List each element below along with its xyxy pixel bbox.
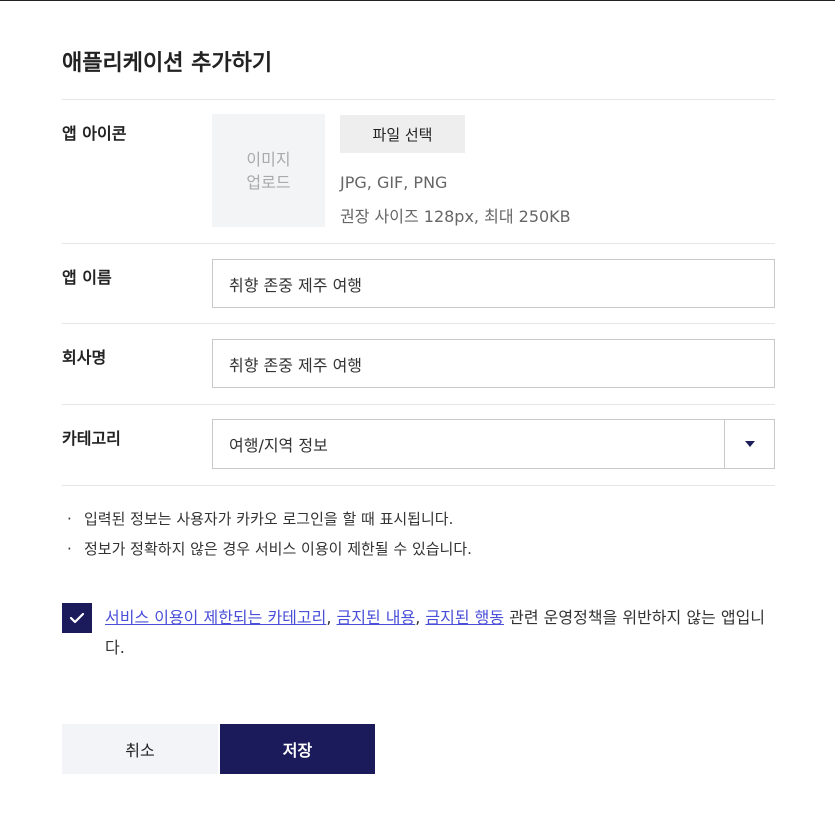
app-name-value: 취향 존중 제주 여행 (229, 275, 363, 295)
choose-file-button[interactable]: 파일 선택 (340, 115, 465, 153)
company-name-input[interactable]: 취향 존중 제주 여행 (212, 339, 775, 388)
policy-agree-text: 서비스 이용이 제한되는 카테고리, 금지된 내용, 금지된 행동 관련 운영정… (105, 603, 775, 663)
notice-list: · 입력된 정보는 사용자가 카카오 로그인을 할 때 표시됩니다. · 정보가… (62, 504, 472, 564)
separator: , (415, 608, 426, 627)
bullet-icon: · (67, 540, 72, 558)
category-select[interactable]: 여행/지역 정보 (212, 419, 775, 469)
app-name-label: 앱 이름 (62, 268, 112, 287)
checkmark-icon (69, 612, 85, 624)
company-name-label: 회사명 (62, 348, 107, 367)
file-size-hint: 권장 사이즈 128px, 최대 250KB (340, 207, 571, 226)
app-icon-label: 앱 아이콘 (62, 124, 127, 143)
prohibited-content-link[interactable]: 금지된 내용 (337, 608, 416, 627)
divider (62, 99, 775, 100)
upload-text-line1: 이미지 (246, 149, 291, 169)
divider (62, 323, 775, 324)
upload-text-line2: 업로드 (246, 172, 291, 192)
divider (62, 404, 775, 405)
category-label: 카테고리 (62, 429, 121, 448)
chevron-down-icon (744, 441, 755, 447)
divider (62, 485, 775, 486)
prohibited-behavior-link[interactable]: 금지된 행동 (425, 608, 504, 627)
file-format-hint: JPG, GIF, PNG (340, 173, 448, 192)
save-button[interactable]: 저장 (220, 724, 375, 774)
policy-agree-checkbox[interactable] (62, 603, 92, 633)
cancel-button[interactable]: 취소 (62, 724, 218, 774)
divider (62, 243, 775, 244)
dropdown-toggle[interactable] (724, 420, 774, 468)
notice-item: · 입력된 정보는 사용자가 카카오 로그인을 할 때 표시됩니다. (62, 504, 472, 534)
company-name-value: 취향 존중 제주 여행 (229, 355, 363, 375)
restricted-category-link[interactable]: 서비스 이용이 제한되는 카테고리 (105, 608, 326, 627)
category-selected-value: 여행/지역 정보 (229, 436, 328, 455)
bullet-icon: · (67, 510, 72, 528)
dialog-title: 애플리케이션 추가하기 (62, 51, 273, 76)
app-name-input[interactable]: 취향 존중 제주 여행 (212, 259, 775, 308)
separator: , (326, 608, 337, 627)
notice-item: · 정보가 정확하지 않은 경우 서비스 이용이 제한될 수 있습니다. (62, 534, 472, 564)
image-upload-area[interactable]: 이미지 업로드 (212, 114, 325, 227)
